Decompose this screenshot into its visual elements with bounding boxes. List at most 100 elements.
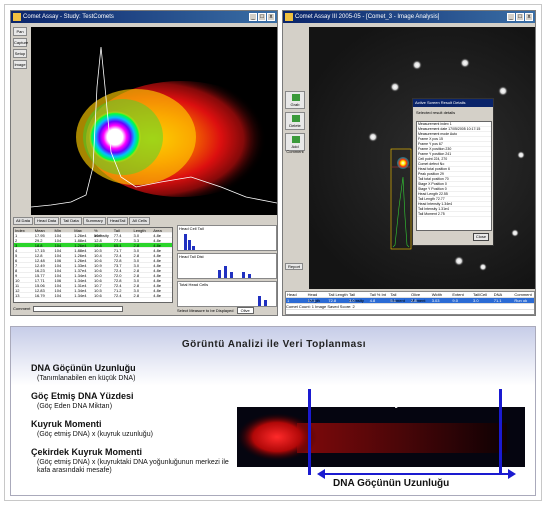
- table-cell: 1.31e4: [74, 283, 87, 288]
- measurement-status-grid[interactable]: Head Head Length Tail Length Tail Intensity…: [285, 291, 535, 315]
- maximize-icon[interactable]: □: [258, 13, 266, 21]
- dialog-close-button[interactable]: Close: [473, 233, 489, 241]
- term-heading-dna-length: DNA Göçünün Uzunluğu: [31, 363, 136, 373]
- tab-tail-data[interactable]: Tail Data: [60, 217, 82, 225]
- result-details-list: Measurement index 1 Measurement date 17/0…: [416, 121, 492, 231]
- status-bar: Comet Count: 1 Image Saved Score: 2: [286, 304, 534, 310]
- setup-button[interactable]: Setup: [13, 49, 27, 58]
- capture-button[interactable]: Capture: [13, 38, 28, 47]
- image-analysis-window: Comet Assay III 2005-05 - [Comet_3 - Ima…: [282, 10, 536, 316]
- grid-cell: Run ok: [514, 298, 528, 303]
- comment-bar: Comment: [13, 305, 173, 313]
- table-cell: 1.26e4: [74, 233, 87, 238]
- table-cell: 4.8e: [153, 288, 162, 293]
- comment-input[interactable]: [33, 306, 123, 312]
- tail-label: kuyruk: [383, 398, 416, 409]
- table-cell: 4.8e: [153, 263, 162, 268]
- table-cell: 7: [15, 263, 18, 268]
- grid-cell: Tail % Int: [369, 292, 386, 297]
- table-cell: 3.0: [133, 278, 140, 283]
- maximize-icon[interactable]: □: [516, 13, 524, 21]
- results-panel: All Data Head Data Tail Data Summary Hea…: [13, 217, 277, 315]
- table-cell: Index: [15, 228, 25, 233]
- grab-button[interactable]: Grab: [285, 91, 305, 109]
- delete-button[interactable]: Delete: [285, 112, 305, 130]
- table-cell: 4.8e: [153, 243, 162, 248]
- table-cell: 12.49: [34, 263, 45, 268]
- measure-select[interactable]: Olive: [236, 307, 254, 314]
- table-cell: 9: [15, 273, 18, 278]
- results-table[interactable]: Index Mean Min Max % Intensity Tail Length Area…: [13, 227, 173, 303]
- table-cell: Length: [133, 228, 146, 233]
- table-cell: 72.4: [113, 293, 122, 298]
- table-cell: 72.4: [113, 283, 122, 288]
- close-icon[interactable]: x: [525, 13, 533, 21]
- comet-heatmap-view[interactable]: [31, 27, 277, 215]
- table-cell: 1.88e4: [74, 238, 87, 243]
- dialog-title[interactable]: Active Screen Result Details: [413, 99, 493, 107]
- table-cell: 1.34e4: [74, 273, 87, 278]
- table-cell: 1: [15, 233, 18, 238]
- table-cell: 1.26e4: [74, 243, 87, 248]
- table-cell: 2.8: [133, 243, 140, 248]
- app-icon: [285, 13, 293, 21]
- measure-select-row: Select Measure to be Displayed Olive: [177, 307, 254, 314]
- term-heading-tail-moment: Kuyruk Momenti: [31, 419, 102, 429]
- table-row[interactable]: 13 16.79 104 1.34e4 10.6 72.4 2.8 4.8e: [14, 293, 172, 298]
- pan-button[interactable]: Pan: [13, 27, 27, 36]
- table-cell: 72.0: [113, 273, 122, 278]
- table-cell: 104: [54, 263, 62, 268]
- grid-cell: Comment: [514, 292, 532, 297]
- table-cell: 5: [15, 253, 18, 258]
- table-cell: 104: [54, 288, 62, 293]
- table-cell: 8: [15, 268, 18, 273]
- result-details-dialog: Active Screen Result Details Selected re…: [412, 98, 494, 246]
- table-cell: 104: [54, 253, 62, 258]
- table-cell: 3.3: [133, 238, 140, 243]
- table-cell: 19.8: [94, 243, 102, 248]
- term-detail-olive-moment: (Göç etmiş DNA) x (kuyruktaki DNA yoğunl…: [37, 459, 229, 474]
- minimize-icon[interactable]: _: [507, 13, 515, 21]
- table-cell: 1.26e4: [74, 258, 87, 263]
- grid-cell: 3.0: [349, 298, 355, 303]
- tab-all-cells[interactable]: All Cells: [129, 217, 150, 225]
- table-cell: 104: [54, 293, 62, 298]
- table-cell: 106: [54, 258, 62, 263]
- tab-headtail[interactable]: HeadTail: [106, 217, 129, 225]
- table-cell: % Intensity: [94, 228, 109, 238]
- table-cell: 15.06: [34, 283, 45, 288]
- tab-summary[interactable]: Summary: [82, 217, 106, 225]
- tab-head-data[interactable]: Head Data: [34, 217, 60, 225]
- tail-end-marker: [499, 389, 502, 475]
- tail-start-marker: [308, 389, 311, 475]
- close-icon[interactable]: x: [267, 13, 275, 21]
- add-comment-button[interactable]: Add Comment: [285, 133, 305, 154]
- right-titlebar[interactable]: Comet Assay III 2005-05 - [Comet_3 - Ima…: [283, 11, 535, 23]
- table-cell: 10.7: [94, 283, 102, 288]
- comet-tail-image: [237, 407, 525, 467]
- right-window-title: Comet Assay III 2005-05 - [Comet_3 - Ima…: [295, 14, 440, 20]
- table-cell: 10.6: [94, 258, 102, 263]
- head-label: kafa: [273, 398, 294, 409]
- table-cell: 1.26e4: [74, 253, 87, 258]
- table-cell: 72.8: [113, 258, 122, 263]
- image-button[interactable]: Image: [13, 60, 27, 69]
- table-cell: 17.95: [34, 233, 45, 238]
- report-tab[interactable]: Report: [285, 263, 304, 270]
- minimize-icon[interactable]: _: [249, 13, 257, 21]
- tab-all-data[interactable]: All Data: [13, 217, 34, 225]
- table-cell: 104: [54, 243, 62, 248]
- term-heading-olive-moment: Çekirdek Kuyruk Momenti: [31, 447, 143, 457]
- table-cell: 104: [54, 273, 62, 278]
- grab-label: Grab: [290, 102, 300, 107]
- table-cell: 15.77: [34, 273, 45, 278]
- table-cell: 4.8e: [153, 238, 162, 243]
- grid-cell: Tail/Cell: [473, 292, 488, 297]
- grid-cell: Tail Intensity: [349, 292, 364, 303]
- add-comment-label: Add Comment: [286, 144, 304, 154]
- comet-heatmap: [31, 46, 277, 208]
- table-cell: 4.8e: [153, 248, 162, 253]
- left-titlebar[interactable]: Comet Assay - Study: TestComets _ □ x: [11, 11, 277, 23]
- table-cell: 4.8e: [153, 258, 162, 263]
- mini-charts: Head Cell Tail Head Tail Dist Total Head…: [177, 217, 277, 307]
